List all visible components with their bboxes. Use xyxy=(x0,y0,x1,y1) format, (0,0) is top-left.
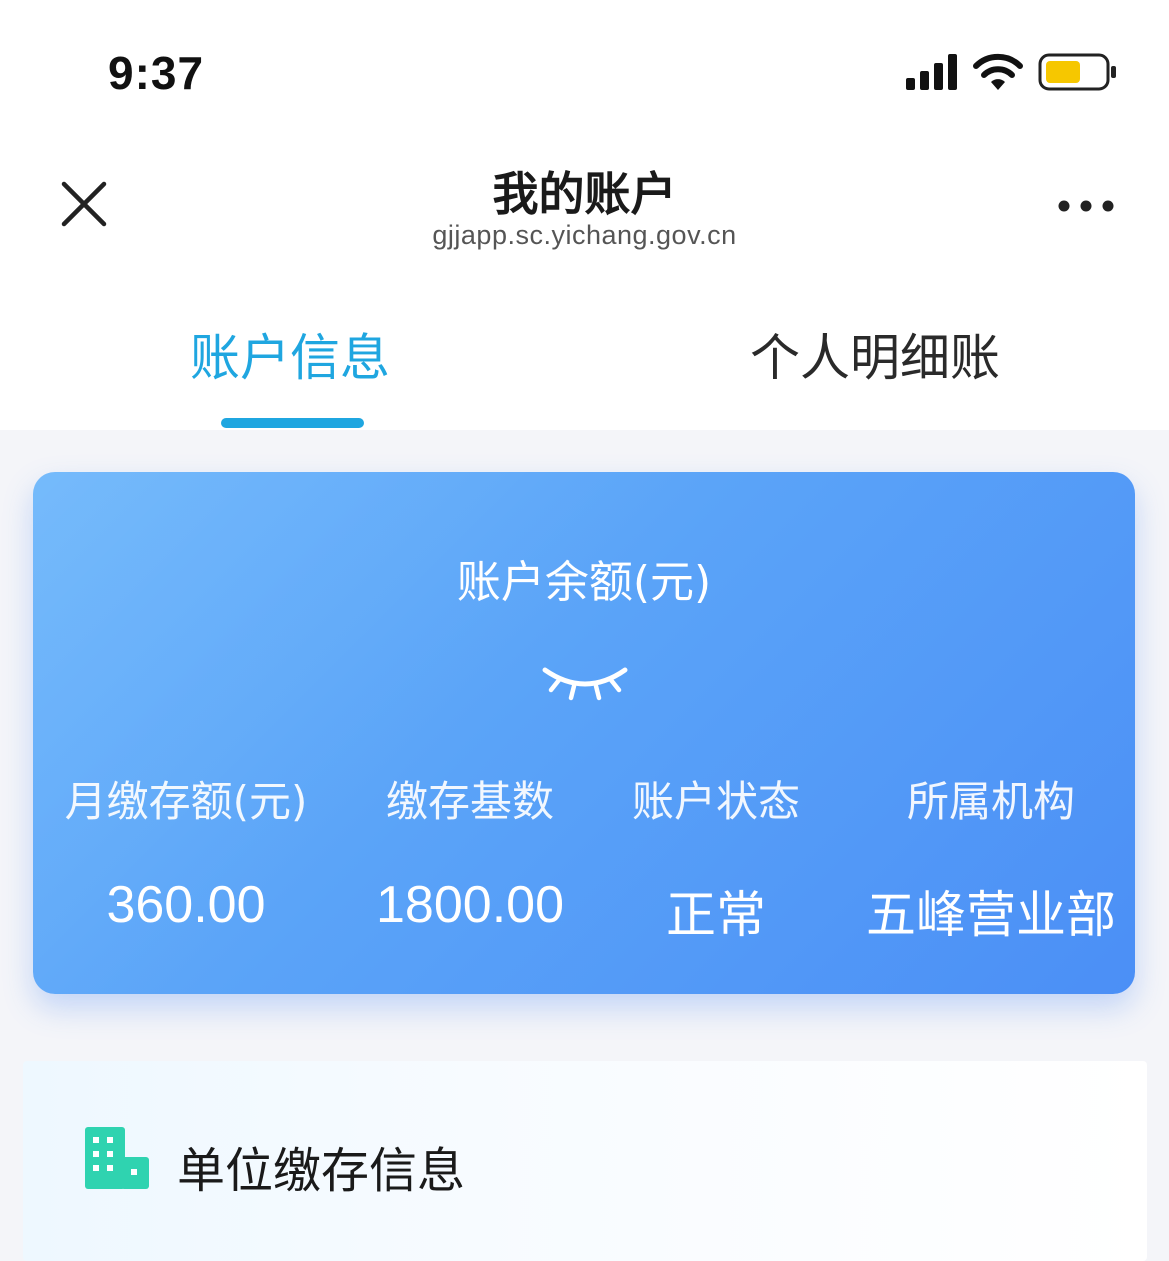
tab-personal-detail[interactable]: 个人明细账 xyxy=(750,318,1000,390)
active-tab-indicator xyxy=(221,418,364,428)
status-bar: 9:37 xyxy=(0,0,1169,140)
nav-bar: 我的账户 gjjapp.sc.yichang.gov.cn xyxy=(0,140,1169,280)
tab-bar: 账户信息 个人明细账 xyxy=(0,280,1169,430)
eye-closed-icon[interactable] xyxy=(537,658,633,708)
status-time: 9:37 xyxy=(108,47,205,99)
stat-value: 1800.00 xyxy=(376,876,564,934)
stat-label: 月缴存额(元) xyxy=(64,777,308,826)
stat-value: 正常 xyxy=(666,886,766,944)
stat-value: 五峰营业部 xyxy=(866,886,1116,944)
stat-account-status: 账户状态 正常 xyxy=(613,768,819,947)
building-icon xyxy=(85,1127,149,1189)
battery-icon xyxy=(1038,53,1116,91)
section-unit-deposit[interactable]: 单位缴存信息 xyxy=(23,1061,1147,1261)
stat-label: 缴存基数 xyxy=(385,777,554,826)
stat-label: 账户状态 xyxy=(631,777,800,826)
more-icon[interactable] xyxy=(1050,186,1122,226)
page-title: 我的账户 xyxy=(492,167,677,221)
stat-deposit-base: 缴存基数 1800.00 xyxy=(359,768,581,935)
stat-value: 360.00 xyxy=(106,876,266,934)
section-title: 单位缴存信息 xyxy=(177,1143,466,1199)
balance-label: 账户余额(元) xyxy=(456,557,712,608)
stat-branch: 所属机构 五峰营业部 xyxy=(863,768,1119,947)
wifi-icon xyxy=(973,53,1023,90)
signal-icon xyxy=(906,54,957,90)
stat-label: 所属机构 xyxy=(906,777,1075,826)
balance-card: 账户余额(元) 月缴存额(元) 360.00 缴存基数 1800.00 账户状态… xyxy=(33,472,1135,994)
tab-account-info[interactable]: 账户信息 xyxy=(190,318,390,390)
stat-monthly-deposit: 月缴存额(元) 360.00 xyxy=(53,768,319,935)
page-url: gjjapp.sc.yichang.gov.cn xyxy=(432,220,737,250)
